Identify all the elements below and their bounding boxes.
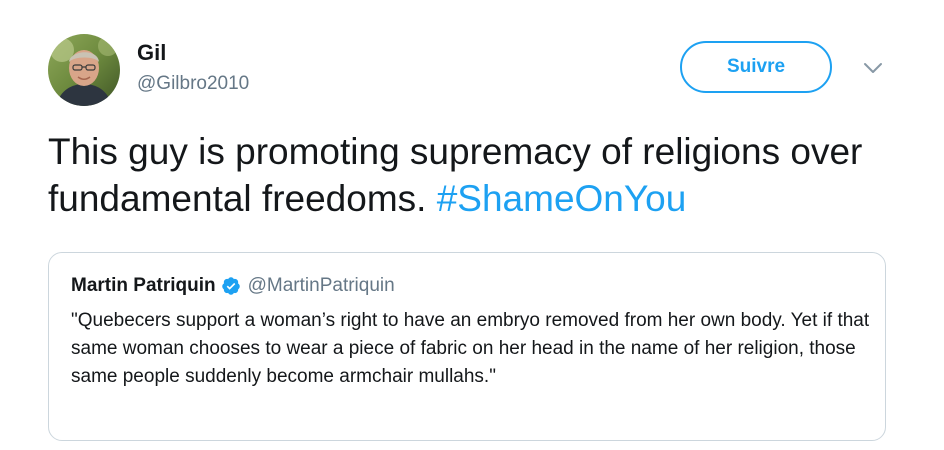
author-display-name[interactable]: Gil xyxy=(137,40,166,66)
quoted-tweet-card[interactable]: Martin Patriquin @MartinPatriquin "Quebe… xyxy=(48,252,886,441)
quoted-tweet-text: "Quebecers support a woman’s right to ha… xyxy=(71,310,870,387)
avatar-photo xyxy=(48,34,120,106)
verified-badge-icon xyxy=(221,276,241,296)
hashtag-link[interactable]: #ShameOnYou xyxy=(437,178,687,219)
tweet-card: Gil @Gilbro2010 Suivre This guy is promo… xyxy=(0,0,944,450)
tweet-text: This guy is promoting supremacy of relig… xyxy=(48,128,908,222)
quoted-author-handle: @MartinPatriquin xyxy=(247,275,395,296)
quoted-tweet-header: Martin Patriquin @MartinPatriquin xyxy=(71,275,395,297)
avatar[interactable] xyxy=(48,34,120,106)
chevron-down-icon[interactable] xyxy=(862,60,884,76)
follow-button[interactable]: Suivre xyxy=(680,41,832,93)
quoted-author-name: Martin Patriquin xyxy=(71,275,216,296)
author-handle[interactable]: @Gilbro2010 xyxy=(137,73,249,95)
